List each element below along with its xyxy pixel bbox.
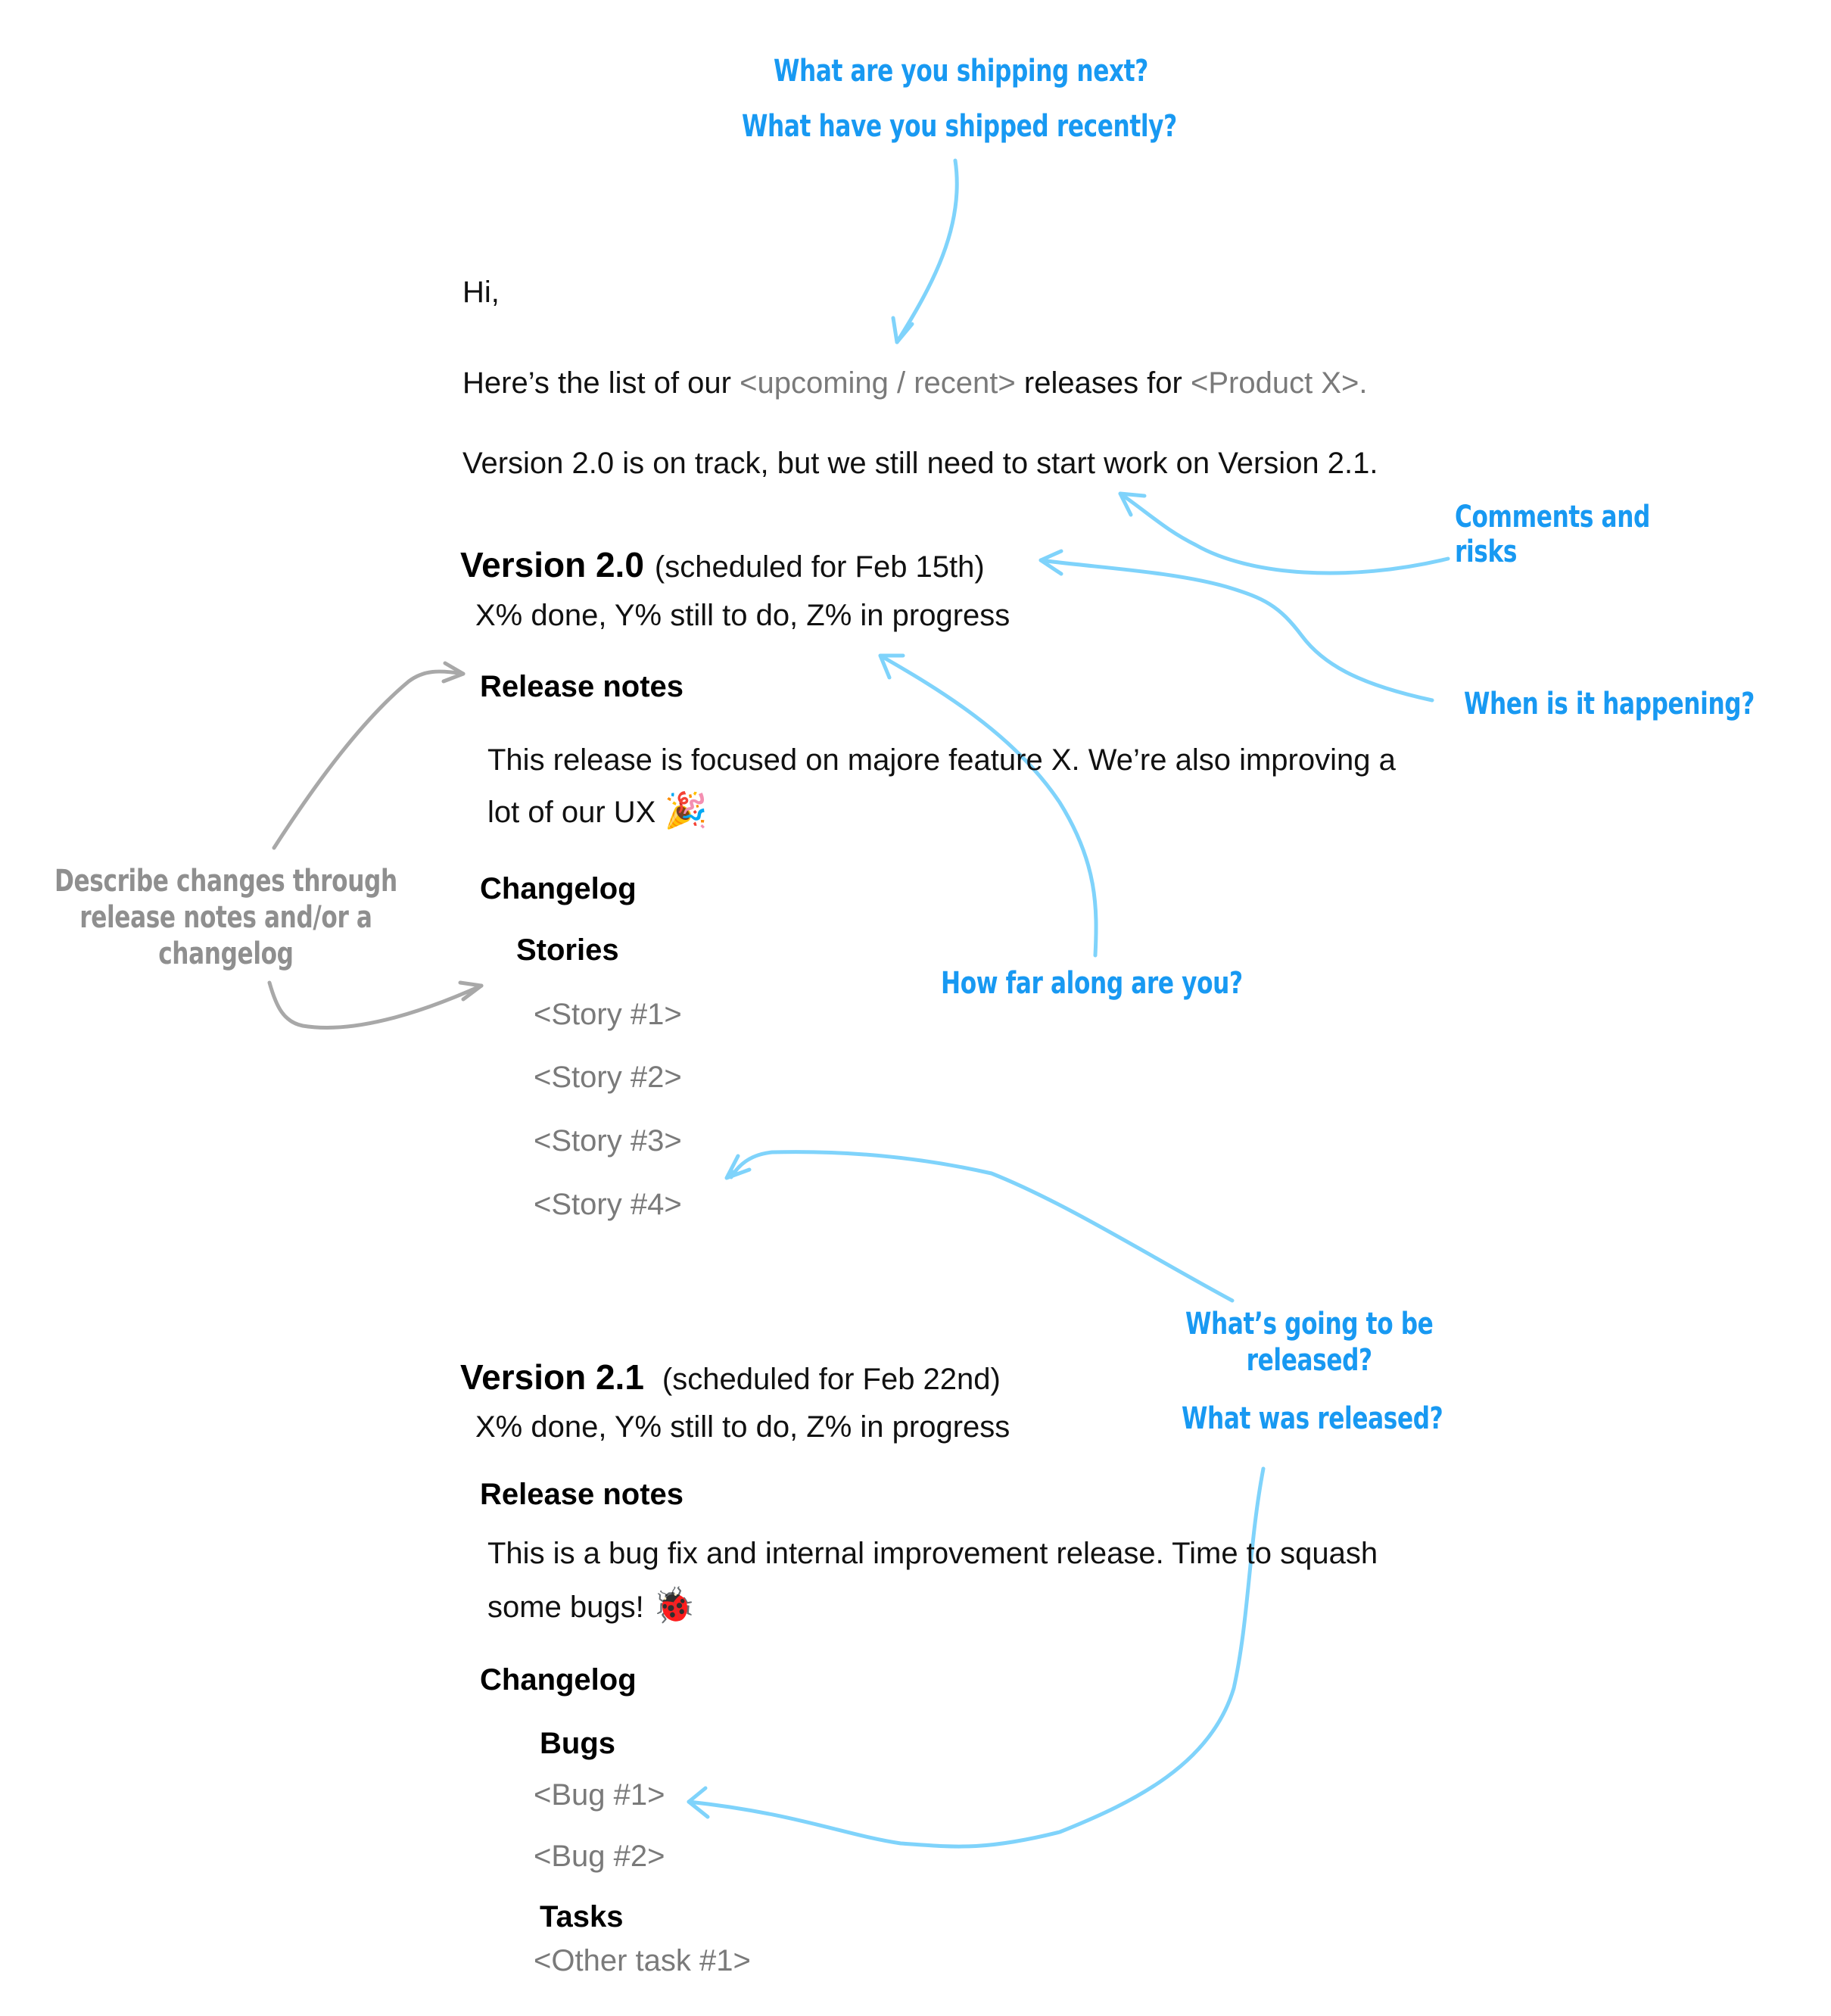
- placeholder-product: <Product X>: [1190, 366, 1359, 400]
- annotation-line: released?: [1246, 1343, 1373, 1378]
- annotation-line: What’s going to be: [1185, 1307, 1434, 1341]
- ladybug-icon: 🐞: [652, 1585, 696, 1625]
- arrow-released-bugs-head: [687, 1786, 710, 1819]
- changelog-group-heading: Tasks: [540, 1900, 624, 1933]
- arrow-released-to-bugs: [687, 1466, 1266, 1849]
- intro-prefix: Here’s the list of our: [462, 366, 740, 400]
- version-heading: Version 2.1 (scheduled for Feb 22nd): [460, 1360, 1001, 1394]
- annotation-line: changelog: [158, 936, 294, 971]
- arrow-top-to-intro-head: [891, 316, 914, 344]
- version-title: Version 2.0: [460, 545, 644, 584]
- release-notes-line: This release is focused on majore featur…: [487, 743, 1396, 777]
- release-notes-text: lot of our UX: [487, 796, 656, 829]
- release-notes-line: some bugs! 🐞: [487, 1588, 696, 1622]
- annotation-comments-risks: Comments and risks: [1455, 500, 1650, 569]
- arrow-comments-head: [1118, 491, 1147, 517]
- arrow-top-to-intro: [895, 158, 959, 344]
- release-notes-line: This is a bug fix and internal improveme…: [487, 1537, 1378, 1570]
- annotation-how-far: How far along are you?: [941, 966, 1243, 1001]
- changelog-group-heading: Stories: [516, 933, 619, 967]
- placeholder-release-kind: <upcoming / recent>: [740, 366, 1016, 400]
- release-notes-text: some bugs!: [487, 1591, 644, 1624]
- annotation-line: Comments and: [1455, 500, 1650, 534]
- arrow-howfar-to-progress: [878, 653, 1098, 958]
- changelog-item: <Story #1>: [534, 998, 682, 1031]
- release-notes-heading: Release notes: [480, 1478, 684, 1511]
- version-heading: Version 2.0 (scheduled for Feb 15th): [460, 547, 985, 582]
- release-notes-heading: Release notes: [480, 670, 684, 703]
- version-progress: X% done, Y% still to do, Z% in progress: [475, 1410, 1010, 1444]
- intro-suffix: .: [1359, 366, 1368, 400]
- changelog-heading: Changelog: [480, 872, 637, 905]
- annotation-describe-changes: Describe changes through release notes a…: [54, 863, 397, 972]
- greeting: Hi,: [462, 276, 500, 309]
- version-title: Version 2.1: [460, 1357, 644, 1397]
- annotation-line: risks: [1455, 534, 1518, 569]
- arrow-released-to-stories: [729, 1150, 1235, 1303]
- arrow-describe-to-release-notes: [272, 669, 466, 850]
- annotation-whats-released: What’s going to be released?: [1185, 1306, 1434, 1379]
- changelog-item: <Bug #1>: [534, 1778, 665, 1812]
- changelog-item: <Other task #1>: [534, 1944, 751, 1977]
- version-progress: X% done, Y% still to do, Z% in progress: [475, 599, 1010, 632]
- annotation-arrows: [267, 158, 1450, 1849]
- annotation-line: release notes and/or a: [79, 900, 372, 935]
- summary-line: Version 2.0 is on track, but we still ne…: [462, 447, 1378, 480]
- annotation-when: When is it happening?: [1464, 687, 1755, 721]
- annotation-shipped-recently: What have you shipped recently?: [742, 109, 1177, 144]
- party-popper-icon: 🎉: [664, 790, 708, 830]
- arrow-comments-to-summary: [1118, 491, 1450, 575]
- changelog-group-heading: Bugs: [540, 1727, 615, 1760]
- arrow-describe-to-changelog: [267, 980, 484, 1030]
- changelog-item: <Story #2>: [534, 1061, 682, 1094]
- annotation-what-was-released: What was released?: [1182, 1401, 1443, 1436]
- version-schedule: (scheduled for Feb 15th): [654, 550, 985, 584]
- arrow-when-to-schedule: [1039, 558, 1434, 703]
- arrow-when-head: [1039, 549, 1063, 576]
- arrow-describe-rn-head: [441, 661, 466, 684]
- annotation-shipping-next: What are you shipping next?: [774, 54, 1148, 89]
- arrow-describe-cl-head: [458, 980, 484, 1002]
- changelog-heading: Changelog: [480, 1663, 637, 1697]
- release-notes-line: lot of our UX 🎉: [487, 793, 708, 827]
- intro-middle: releases for: [1015, 366, 1191, 400]
- changelog-item: <Story #3>: [534, 1124, 682, 1158]
- arrow-howfar-head: [878, 653, 905, 680]
- annotation-line: Describe changes through: [54, 864, 397, 899]
- changelog-item: <Story #4>: [534, 1188, 682, 1221]
- arrow-released-stories-head: [724, 1154, 752, 1180]
- intro-line: Here’s the list of our <upcoming / recen…: [462, 368, 1367, 398]
- version-schedule: (scheduled for Feb 22nd): [662, 1363, 1001, 1396]
- changelog-item: <Bug #2>: [534, 1840, 665, 1873]
